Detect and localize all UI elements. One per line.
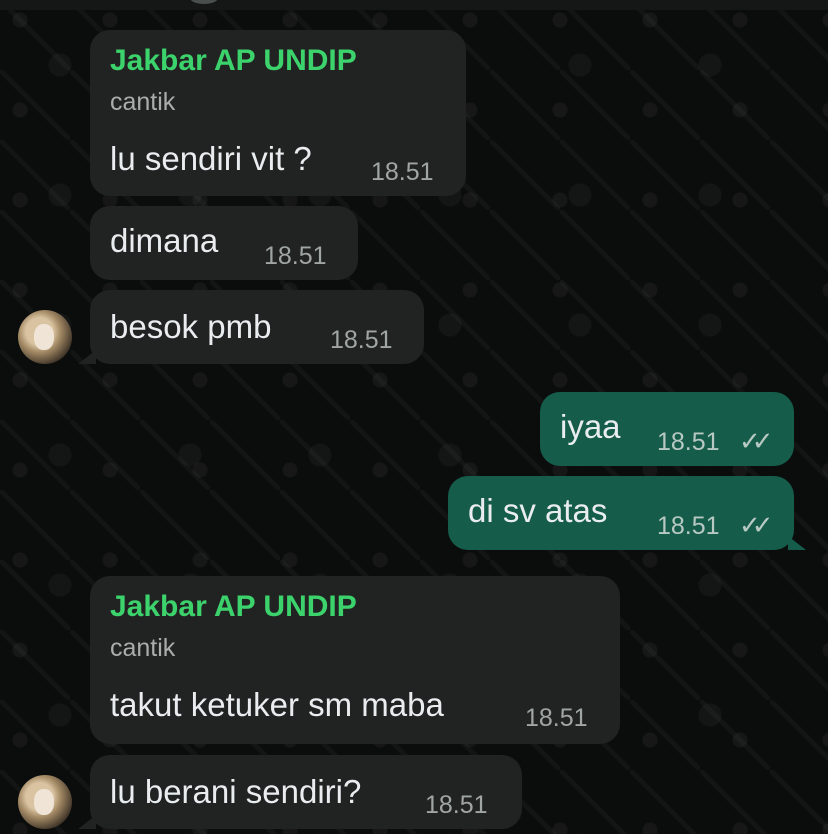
- message-text: di sv atas: [468, 492, 608, 529]
- double-check-icon: ✓✓: [739, 426, 773, 456]
- message-time: 18.51: [425, 791, 488, 819]
- message-time: 18.51: [371, 158, 434, 186]
- message-time: 18.51: [525, 704, 588, 732]
- sender-name[interactable]: Jakbar AP UNDIP: [110, 592, 357, 622]
- incoming-message[interactable]: Jakbar AP UNDIP cantik takut ketuker sm …: [90, 576, 620, 744]
- message-text: lu berani sendiri?: [110, 773, 362, 810]
- avatar-top-partial: [190, 0, 218, 4]
- contact-avatar[interactable]: [18, 775, 72, 829]
- top-bar: [0, 0, 828, 10]
- incoming-message[interactable]: dimana 18.51: [90, 206, 358, 280]
- incoming-message[interactable]: Jakbar AP UNDIP cantik lu sendiri vit ? …: [90, 30, 466, 196]
- outgoing-message[interactable]: iyaa 18.51 ✓✓: [540, 392, 794, 466]
- message-time: 18.51: [657, 512, 720, 540]
- message-text: lu sendiri vit ?: [110, 140, 312, 177]
- double-check-icon: ✓✓: [739, 510, 773, 540]
- message-text: takut ketuker sm maba: [110, 686, 444, 723]
- sender-subtitle: cantik: [110, 88, 176, 116]
- message-time: 18.51: [264, 242, 327, 270]
- message-text: dimana: [110, 222, 219, 259]
- incoming-message[interactable]: besok pmb 18.51: [78, 290, 424, 364]
- sender-name[interactable]: Jakbar AP UNDIP: [110, 46, 357, 76]
- avatar-image: [34, 324, 54, 350]
- sender-subtitle: cantik: [110, 634, 176, 662]
- outgoing-message[interactable]: di sv atas 18.51 ✓✓: [448, 476, 806, 550]
- message-time: 18.51: [330, 326, 393, 354]
- avatar-image: [34, 789, 54, 815]
- message-time: 18.51: [657, 428, 720, 456]
- message-text: besok pmb: [110, 308, 272, 345]
- incoming-message[interactable]: lu berani sendiri? 18.51: [78, 755, 522, 829]
- contact-avatar[interactable]: [18, 310, 72, 364]
- message-text: iyaa: [560, 408, 621, 445]
